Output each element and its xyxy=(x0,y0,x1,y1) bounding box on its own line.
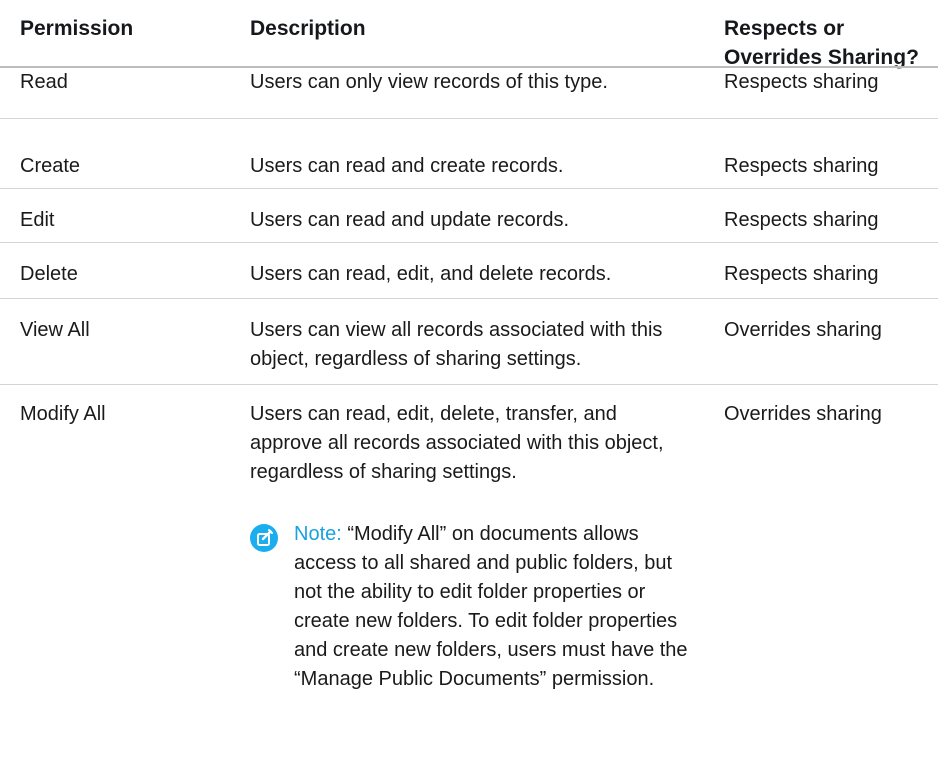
row-description: Users can read, edit, and delete records… xyxy=(250,263,612,285)
row-description: Users can only view records of this type… xyxy=(250,71,608,93)
row-description: Users can view all records associated wi… xyxy=(250,319,663,370)
note-label: Note: xyxy=(294,523,348,545)
header-permission: Permission xyxy=(20,17,134,40)
row-divider xyxy=(0,118,938,119)
row-description: Users can read, edit, delete, transfer, … xyxy=(250,403,664,483)
row-permission: Read xyxy=(20,71,68,93)
row-sharing: Overrides sharing xyxy=(724,403,882,425)
permissions-table: Permission Description Respects or Overr… xyxy=(0,0,938,764)
header-description: Description xyxy=(250,17,366,40)
row-divider xyxy=(0,242,938,243)
row-permission: Modify All xyxy=(20,403,106,425)
row-permission: View All xyxy=(20,319,90,341)
row-sharing: Respects sharing xyxy=(724,209,879,231)
row-permission: Create xyxy=(20,155,81,177)
row-permission: Edit xyxy=(20,209,55,231)
row-sharing: Respects sharing xyxy=(724,155,879,177)
edit-note-icon xyxy=(250,524,278,552)
row-sharing: Overrides sharing xyxy=(724,319,882,341)
note-body: “Modify All” on documents allows access … xyxy=(294,523,688,690)
row-divider xyxy=(0,298,938,299)
header-sharing: Respects or Overrides Sharing? xyxy=(724,17,919,69)
row-divider xyxy=(0,384,938,385)
row-sharing: Respects sharing xyxy=(724,263,879,285)
row-divider xyxy=(0,188,938,189)
note-text: Note: “Modify All” on documents allows a… xyxy=(294,520,704,694)
row-description: Users can read and create records. xyxy=(250,155,564,177)
row-description: Users can read and update records. xyxy=(250,209,570,231)
row-sharing: Respects sharing xyxy=(724,71,879,93)
row-permission: Delete xyxy=(20,263,78,285)
